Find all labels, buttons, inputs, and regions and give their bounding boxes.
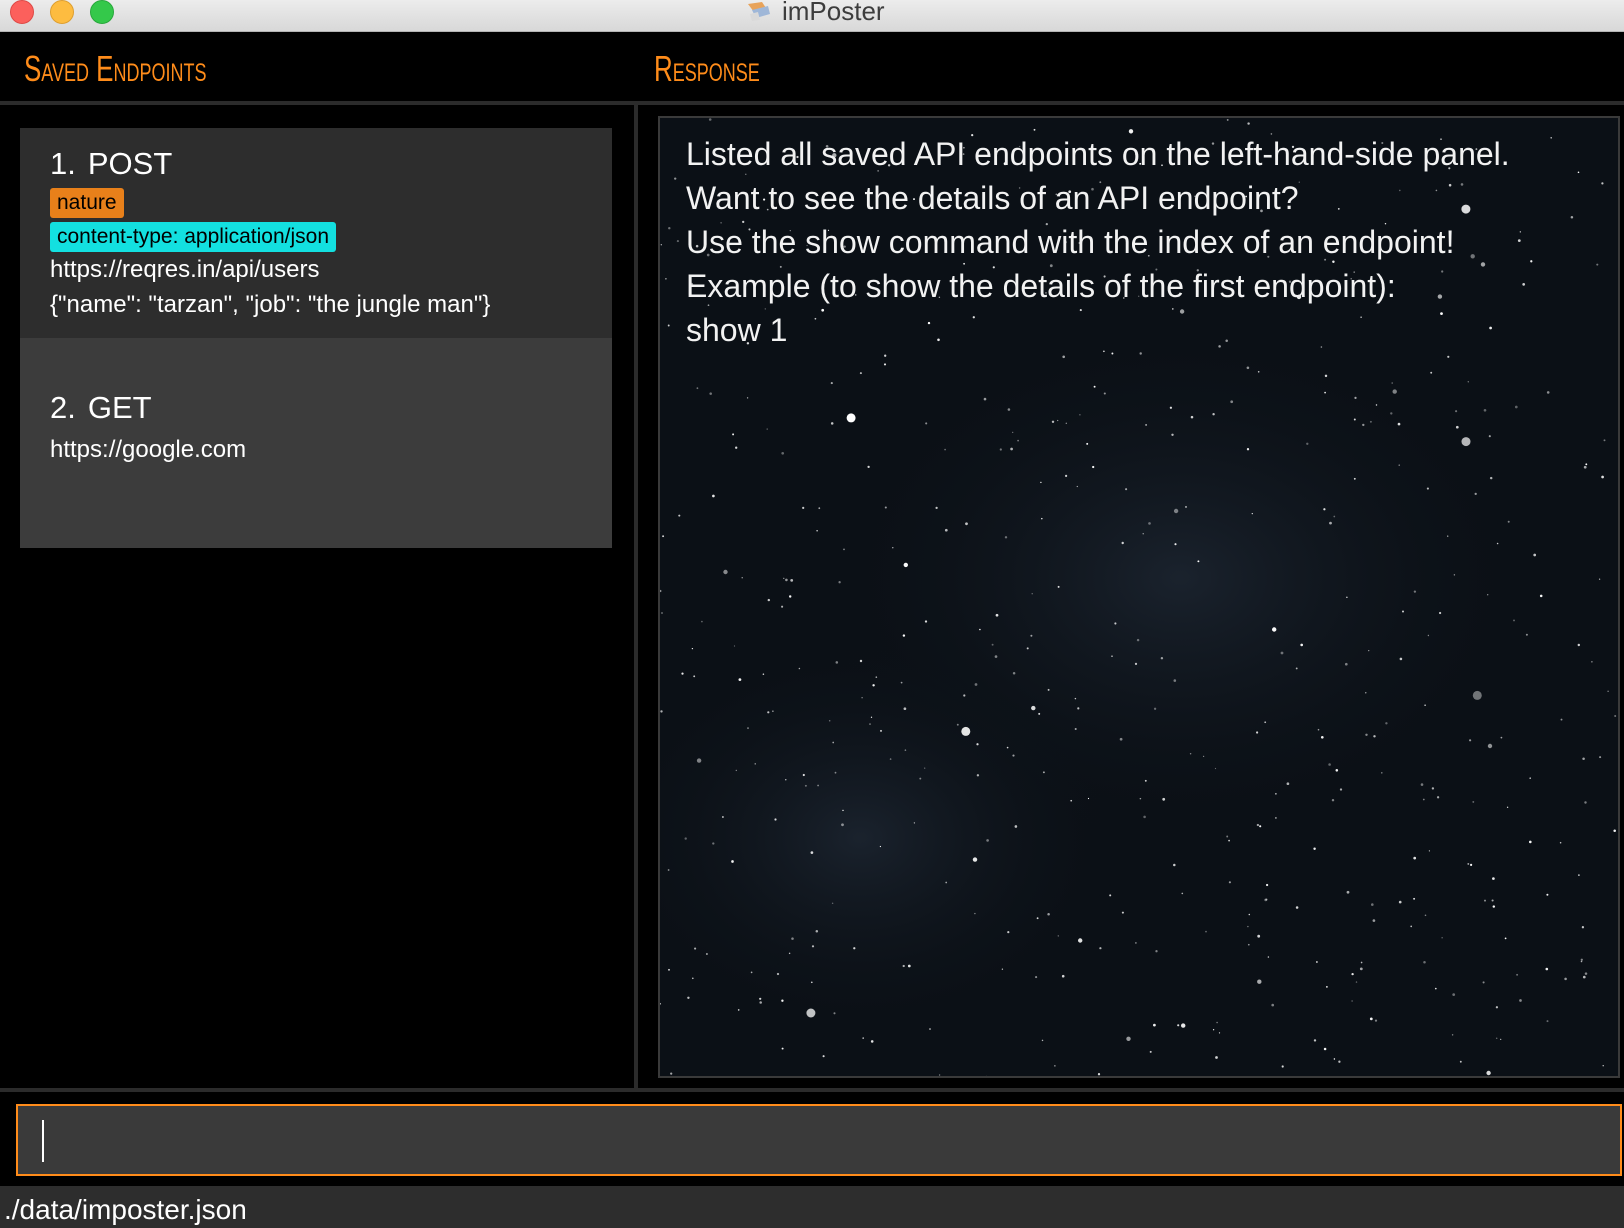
response-line: Use the show command with the index of a…: [686, 224, 1455, 260]
title-bar: imPoster: [0, 0, 1624, 32]
window-title: imPoster: [782, 0, 885, 26]
saved-endpoints-header: Saved Endpoints: [24, 48, 207, 89]
endpoint-method: POST: [87, 146, 173, 181]
pane-divider[interactable]: [634, 104, 638, 1090]
command-input[interactable]: [18, 1106, 1620, 1174]
response-line: Listed all saved API endpoints on the le…: [686, 136, 1510, 172]
header-divider: [0, 101, 1624, 105]
response-line: show 1: [686, 312, 788, 348]
response-text: Listed all saved API endpoints on the le…: [686, 132, 1606, 352]
endpoint-card[interactable]: 1. POST nature content-type: application…: [20, 128, 612, 338]
endpoint-heading: 1. POST: [50, 144, 612, 184]
status-bar: ./data/imposter.json: [0, 1186, 1624, 1228]
endpoint-heading: 2. GET: [50, 388, 612, 428]
endpoint-url: https://reqres.in/api/users: [50, 256, 320, 283]
app-icon: [748, 2, 770, 21]
response-header: Response: [654, 48, 760, 89]
endpoint-list[interactable]: 1. POST nature content-type: application…: [20, 128, 612, 548]
data-file-path: ./data/imposter.json: [4, 1194, 247, 1225]
text-caret: [42, 1120, 44, 1162]
close-window-button[interactable]: [10, 0, 34, 24]
endpoint-index: 2.: [50, 390, 76, 425]
endpoint-tag: nature: [50, 188, 124, 218]
endpoint-method: GET: [87, 390, 152, 425]
response-panel[interactable]: Listed all saved API endpoints on the le…: [658, 116, 1620, 1078]
command-divider: [0, 1088, 1624, 1092]
response-line: Example (to show the details of the firs…: [686, 268, 1396, 304]
app-window: imPoster Saved Endpoints Response 1. POS…: [0, 0, 1624, 1228]
endpoint-index: 1.: [50, 146, 76, 181]
endpoint-card[interactable]: 2. GET https://google.com: [20, 338, 612, 548]
command-box[interactable]: [16, 1104, 1622, 1176]
minimize-window-button[interactable]: [50, 0, 74, 24]
endpoint-tag: content-type: application/json: [50, 222, 337, 252]
response-line: Want to see the details of an API endpoi…: [686, 180, 1299, 216]
endpoint-url: https://google.com: [50, 436, 247, 463]
endpoint-body: {"name": "tarzan", "job": "the jungle ma…: [50, 291, 491, 318]
maximize-window-button[interactable]: [90, 0, 114, 24]
